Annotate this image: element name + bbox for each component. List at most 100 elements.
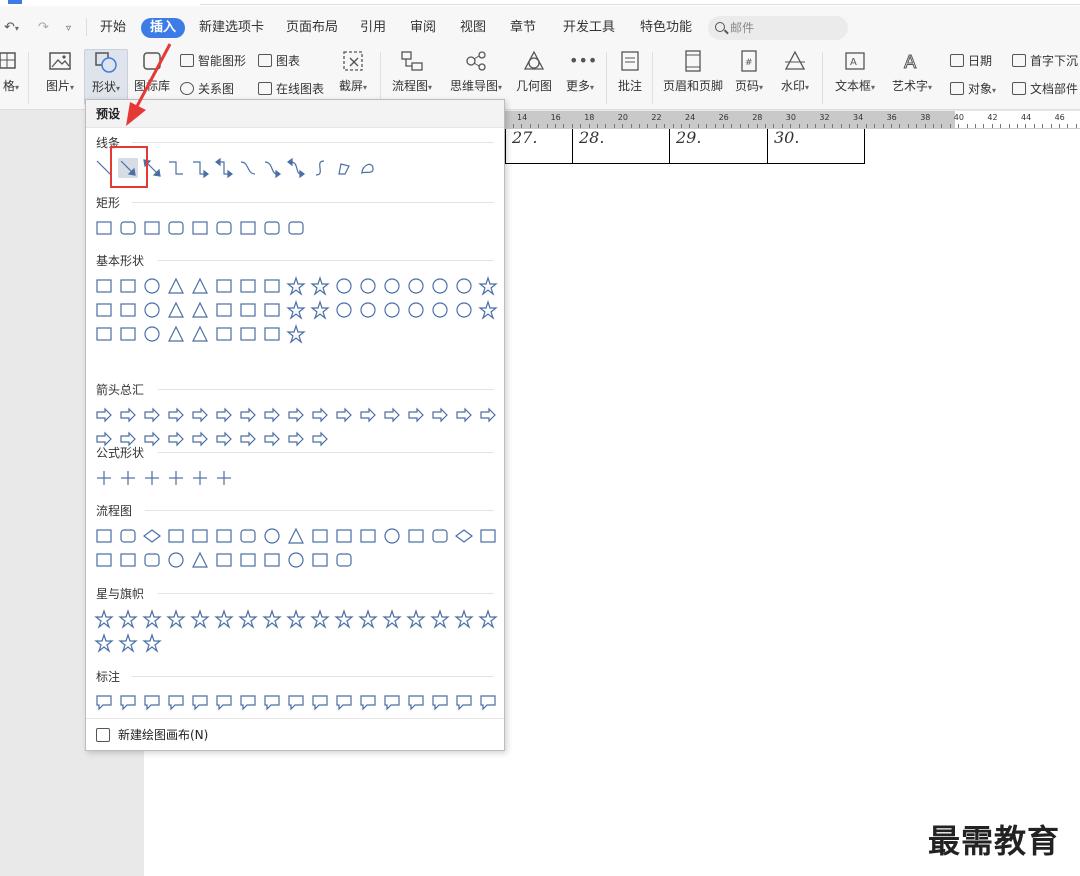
menu-references[interactable]: 引用	[360, 18, 386, 38]
lines-shape-icon[interactable]	[310, 158, 330, 178]
flowchart-shape-icon[interactable]	[358, 526, 378, 546]
callouts-shape-icon[interactable]	[94, 692, 114, 712]
flowchart-shape-icon[interactable]	[286, 550, 306, 570]
table-button[interactable]: 格▾	[0, 50, 22, 94]
stars-shape-icon[interactable]	[94, 633, 114, 653]
geometry-button[interactable]: 几何图	[514, 50, 554, 94]
stars-shape-icon[interactable]	[118, 633, 138, 653]
flowchart-shape-icon[interactable]	[382, 526, 402, 546]
stars-shape-icon[interactable]	[190, 609, 210, 629]
basic-shape-icon[interactable]	[214, 324, 234, 344]
flowchart-shape-icon[interactable]	[430, 526, 450, 546]
flowchart-shape-icon[interactable]	[142, 550, 162, 570]
horizontal-ruler[interactable]: 14 16 18 20 22 24 26 28 30 32 34 36 38 40 42 44 46	[505, 111, 1080, 129]
rect-shape-icon[interactable]	[262, 218, 282, 238]
table-cell[interactable]: 30.	[767, 129, 865, 164]
flowchart-shape-icon[interactable]	[190, 526, 210, 546]
rect-shape-icon[interactable]	[94, 218, 114, 238]
stars-shape-icon[interactable]	[382, 609, 402, 629]
menu-page-layout[interactable]: 页面布局	[286, 18, 338, 38]
flowchart-shape-icon[interactable]	[262, 526, 282, 546]
basic-shape-icon[interactable]	[430, 276, 450, 296]
table-cell[interactable]: 29.	[669, 129, 768, 164]
stars-shape-icon[interactable]	[142, 633, 162, 653]
arrows-shape-icon[interactable]	[286, 429, 306, 449]
callouts-shape-icon[interactable]	[262, 692, 282, 712]
chart-button[interactable]: 图表	[258, 52, 300, 69]
basic-shape-icon[interactable]	[118, 276, 138, 296]
lines-shape-icon[interactable]	[190, 158, 210, 178]
basic-shape-icon[interactable]	[166, 324, 186, 344]
flowchart-shape-icon[interactable]	[166, 550, 186, 570]
basic-shape-icon[interactable]	[430, 300, 450, 320]
lines-shape-icon[interactable]	[262, 158, 282, 178]
arrows-shape-icon[interactable]	[190, 429, 210, 449]
basic-shape-icon[interactable]	[454, 276, 474, 296]
flowchart-shape-icon[interactable]	[310, 550, 330, 570]
stars-shape-icon[interactable]	[478, 609, 498, 629]
basic-shape-icon[interactable]	[94, 324, 114, 344]
new-canvas-button[interactable]: 新建绘图画布(N)	[86, 718, 504, 750]
arrows-shape-icon[interactable]	[262, 405, 282, 425]
formula-shape-icon[interactable]	[166, 468, 186, 488]
basic-shape-icon[interactable]	[286, 324, 306, 344]
flowchart-shape-icon[interactable]	[118, 550, 138, 570]
basic-shape-icon[interactable]	[118, 324, 138, 344]
arrows-shape-icon[interactable]	[406, 405, 426, 425]
arrows-shape-icon[interactable]	[214, 429, 234, 449]
arrows-shape-icon[interactable]	[166, 405, 186, 425]
basic-shape-icon[interactable]	[406, 276, 426, 296]
stars-shape-icon[interactable]	[430, 609, 450, 629]
header-footer-button[interactable]: 页眉和页脚	[660, 50, 726, 94]
rect-shape-icon[interactable]	[286, 218, 306, 238]
basic-shape-icon[interactable]	[382, 300, 402, 320]
basic-shape-icon[interactable]	[358, 300, 378, 320]
basic-shape-icon[interactable]	[238, 276, 258, 296]
menu-review[interactable]: 审阅	[410, 18, 436, 38]
menu-new-tab[interactable]: 新建选项卡	[199, 18, 264, 38]
menu-chapter[interactable]: 章节	[510, 18, 536, 38]
arrows-shape-icon[interactable]	[166, 429, 186, 449]
stars-shape-icon[interactable]	[214, 609, 234, 629]
page-number-button[interactable]: # 页码▾	[730, 50, 768, 94]
arrows-shape-icon[interactable]	[454, 405, 474, 425]
arrows-shape-icon[interactable]	[118, 405, 138, 425]
basic-shape-icon[interactable]	[334, 276, 354, 296]
callouts-shape-icon[interactable]	[190, 692, 210, 712]
basic-shape-icon[interactable]	[262, 276, 282, 296]
stars-shape-icon[interactable]	[118, 609, 138, 629]
art-text-button[interactable]: A 艺术字▾	[886, 50, 938, 94]
callouts-shape-icon[interactable]	[406, 692, 426, 712]
rect-shape-icon[interactable]	[166, 218, 186, 238]
basic-shape-icon[interactable]	[190, 276, 210, 296]
arrows-shape-icon[interactable]	[478, 405, 498, 425]
stars-shape-icon[interactable]	[166, 609, 186, 629]
flowchart-shape-icon[interactable]	[142, 526, 162, 546]
basic-shape-icon[interactable]	[142, 300, 162, 320]
relation-graph-button[interactable]: 关系图	[180, 80, 234, 97]
callouts-shape-icon[interactable]	[478, 692, 498, 712]
basic-shape-icon[interactable]	[142, 324, 162, 344]
arrows-shape-icon[interactable]	[94, 405, 114, 425]
basic-shape-icon[interactable]	[238, 300, 258, 320]
arrows-shape-icon[interactable]	[286, 405, 306, 425]
redo-icon[interactable]: ↷	[38, 20, 49, 35]
menu-view[interactable]: 视图	[460, 18, 486, 38]
basic-shape-icon[interactable]	[286, 300, 306, 320]
basic-shape-icon[interactable]	[142, 276, 162, 296]
arrows-shape-icon[interactable]	[310, 429, 330, 449]
menu-developer[interactable]: 开发工具	[563, 18, 615, 38]
basic-shape-icon[interactable]	[238, 324, 258, 344]
lines-shape-icon[interactable]	[334, 158, 354, 178]
callouts-shape-icon[interactable]	[310, 692, 330, 712]
arrows-shape-icon[interactable]	[430, 405, 450, 425]
lines-shape-icon[interactable]	[286, 158, 306, 178]
stars-shape-icon[interactable]	[454, 609, 474, 629]
callouts-shape-icon[interactable]	[166, 692, 186, 712]
flowchart-shape-icon[interactable]	[190, 550, 210, 570]
arrows-shape-icon[interactable]	[334, 405, 354, 425]
flowchart-shape-icon[interactable]	[118, 526, 138, 546]
stars-shape-icon[interactable]	[310, 609, 330, 629]
basic-shape-icon[interactable]	[166, 276, 186, 296]
callouts-shape-icon[interactable]	[454, 692, 474, 712]
